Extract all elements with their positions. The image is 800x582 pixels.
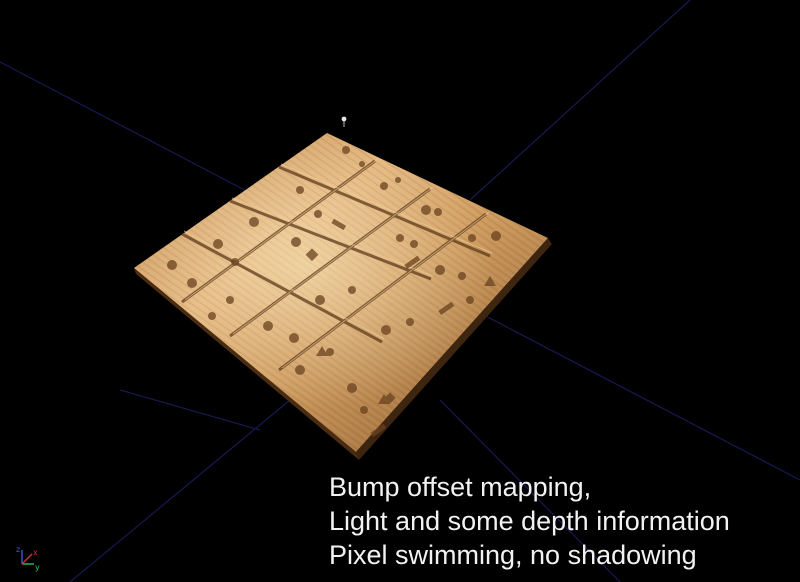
- light-icon[interactable]: [340, 114, 350, 128]
- gizmo-x-label: x: [33, 548, 38, 557]
- gizmo-y-label: y: [35, 563, 40, 572]
- gizmo-z-label: z: [16, 545, 20, 554]
- caption-line-1: Bump offset mapping,: [329, 472, 592, 502]
- caption-line-3: Pixel swimming, no shadowing: [329, 540, 697, 570]
- caption-line-2: Light and some depth information: [329, 506, 730, 536]
- caption-block: Bump offset mapping, Light and some dept…: [329, 470, 799, 572]
- axis-gizmo: x y z: [16, 545, 40, 572]
